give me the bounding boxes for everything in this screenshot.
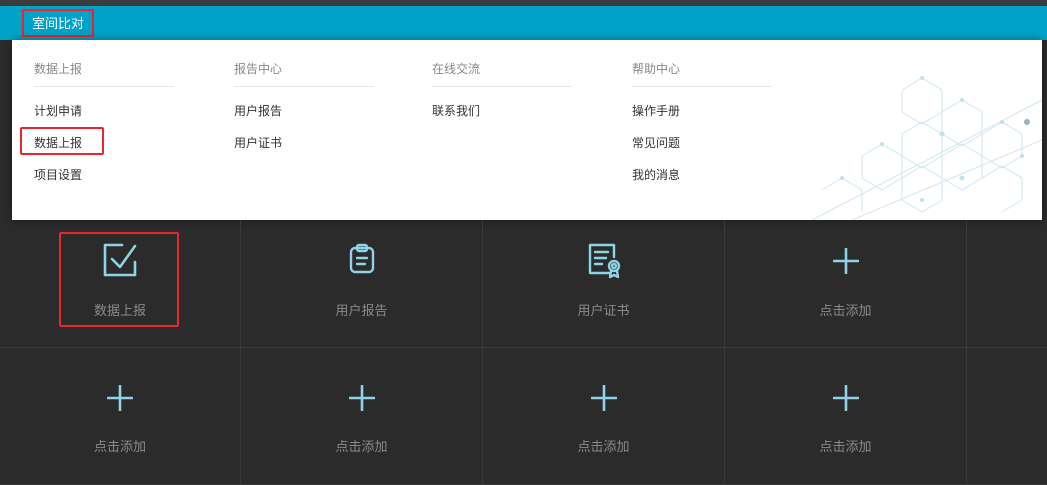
tile-label: 点击添加: [819, 304, 872, 319]
decorative-hex-pattern: [812, 76, 1042, 220]
tile-add[interactable]: 点击添加: [241, 348, 483, 485]
tile-label: 用户报告: [335, 304, 388, 319]
tile-label: 数据上报: [93, 304, 146, 319]
menu-column-title: 帮助中心: [632, 62, 681, 76]
menu-item-user-certificate[interactable]: 用户证书: [234, 134, 282, 151]
tile-label: 点击添加: [335, 440, 388, 455]
tile-label: 点击添加: [577, 440, 630, 455]
divider: [632, 86, 772, 87]
tile-add[interactable]: 点击添加: [483, 348, 725, 485]
menu-item-contact-us[interactable]: 联系我们: [432, 102, 480, 119]
top-navbar: 室间比对: [0, 6, 1047, 40]
dropdown-menu: 数据上报 计划申请 数据上报 项目设置 报告中心 用户报告 用户证书 在线交流 …: [12, 40, 1042, 220]
divider: [234, 86, 374, 87]
menu-item-plan-application[interactable]: 计划申请: [34, 102, 82, 119]
divider: [34, 86, 174, 87]
tile-label: 点击添加: [819, 440, 872, 455]
menu-item-faq[interactable]: 常见问题: [632, 134, 680, 151]
menu-item-user-report[interactable]: 用户报告: [234, 102, 282, 119]
tile-label: 点击添加: [93, 440, 146, 455]
tile-add[interactable]: 点击添加: [0, 348, 241, 485]
check-square-icon: [103, 243, 137, 277]
menu-item-my-messages[interactable]: 我的消息: [632, 166, 680, 183]
quick-access-grid: 数据上报 用户报告 用户证书 点击添加 点击添加 点击添加 点击添加 点击添加: [0, 220, 1047, 485]
menu-column-title: 报告中心: [234, 62, 283, 76]
tile-user-report[interactable]: 用户报告: [241, 220, 483, 348]
tile-empty: [967, 220, 1047, 348]
menu-column-title: 在线交流: [432, 62, 481, 76]
nav-tab-room-comparison[interactable]: 室间比对: [22, 9, 94, 37]
plus-icon: [832, 385, 859, 411]
divider: [432, 86, 572, 87]
tile-data-report[interactable]: 数据上报: [0, 220, 241, 348]
tile-add[interactable]: 点击添加: [725, 220, 967, 348]
plus-icon: [590, 385, 617, 411]
tile-empty: [967, 348, 1047, 485]
menu-column-title: 数据上报: [34, 62, 83, 76]
tile-add[interactable]: 点击添加: [725, 348, 967, 485]
plus-icon: [832, 248, 859, 274]
menu-item-operation-manual[interactable]: 操作手册: [632, 102, 680, 119]
plus-icon: [107, 385, 133, 411]
certificate-icon: [588, 243, 620, 279]
tile-user-certificate[interactable]: 用户证书: [483, 220, 725, 348]
clipboard-icon: [349, 243, 374, 274]
plus-icon: [348, 385, 375, 411]
menu-item-data-report[interactable]: 数据上报: [34, 134, 82, 151]
menu-item-project-settings[interactable]: 项目设置: [34, 166, 82, 183]
tile-label: 用户证书: [577, 304, 630, 319]
